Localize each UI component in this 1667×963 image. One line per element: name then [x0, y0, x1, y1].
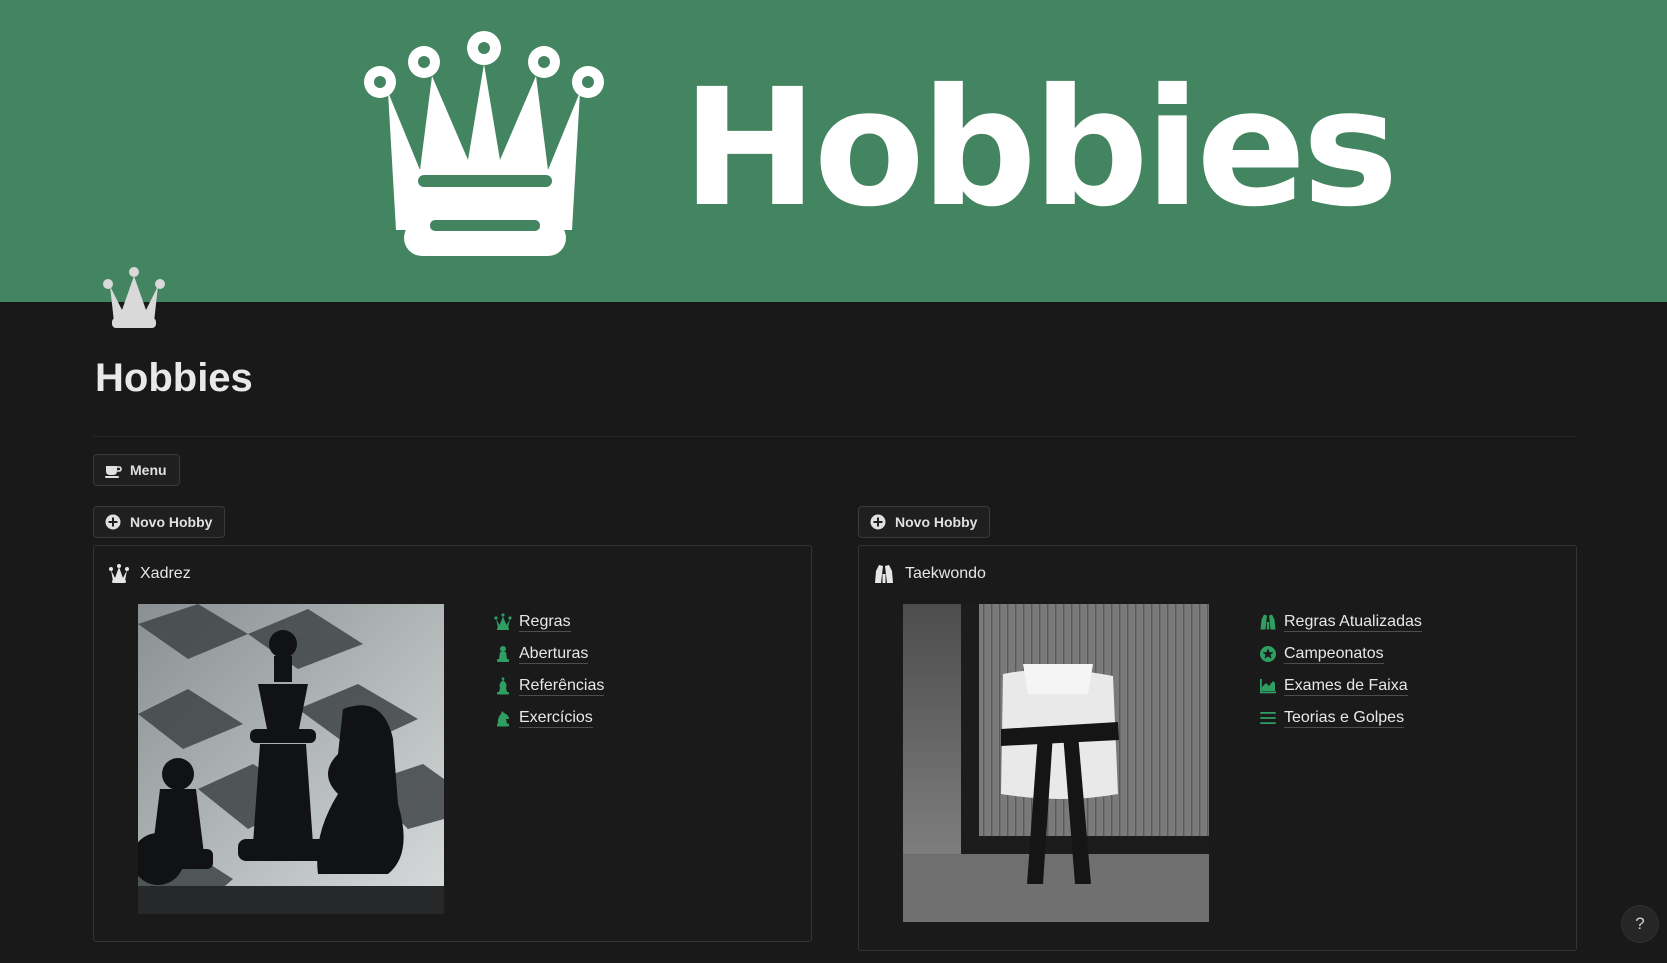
- link-label: Referências: [519, 676, 605, 696]
- link-exames-de-faixa[interactable]: Exames de Faixa: [1259, 670, 1422, 702]
- link-campeonatos[interactable]: Campeonatos: [1259, 638, 1422, 670]
- uniform-icon: [875, 565, 893, 583]
- area-chart-icon: [1260, 679, 1276, 694]
- link-referencias[interactable]: Referências: [494, 670, 605, 702]
- page-title: Hobbies: [95, 356, 253, 400]
- new-hobby-button[interactable]: Novo Hobby: [858, 506, 991, 538]
- link-list: Regras Aberturas Referências Exercícios: [494, 606, 605, 734]
- chess-queen-icon: [109, 564, 129, 583]
- link-label: Exames de Faixa: [1284, 676, 1408, 696]
- chess-queen-icon: [494, 613, 512, 630]
- chess-pieces-photo: [138, 604, 444, 914]
- hobby-card-taekwondo[interactable]: Taekwondo Regras Atualizadas Campeonatos…: [858, 545, 1577, 951]
- link-label: Regras: [519, 612, 571, 632]
- new-hobby-label: Novo Hobby: [895, 514, 978, 530]
- card-header[interactable]: Xadrez: [108, 563, 191, 585]
- plus-circle-icon: [105, 514, 121, 530]
- star-badge-icon: [1260, 646, 1276, 662]
- link-label: Regras Atualizadas: [1284, 612, 1422, 632]
- chess-knight-icon: [497, 711, 509, 727]
- link-list: Regras Atualizadas Campeonatos Exames de…: [1259, 606, 1422, 734]
- card-title: Taekwondo: [905, 565, 986, 582]
- martial-arts-uniform-photo: [903, 604, 1209, 922]
- new-hobby-label: Novo Hobby: [130, 514, 213, 530]
- chess-pawn-icon: [497, 646, 509, 662]
- crown-icon: [364, 31, 604, 256]
- uniform-icon: [1260, 614, 1276, 630]
- hobby-card-xadrez[interactable]: Xadrez Regras Aberturas Referências Exer…: [93, 545, 812, 942]
- help-button[interactable]: ?: [1622, 906, 1658, 942]
- link-aberturas[interactable]: Aberturas: [494, 638, 604, 670]
- menu-button[interactable]: Menu: [93, 454, 180, 486]
- card-title: Xadrez: [140, 565, 191, 582]
- plus-circle-icon: [870, 514, 886, 530]
- link-label: Campeonatos: [1284, 644, 1384, 664]
- chess-bishop-icon: [497, 677, 509, 695]
- list-icon: [1260, 712, 1276, 724]
- link-exercicios[interactable]: Exercícios: [494, 702, 604, 734]
- card-header[interactable]: Taekwondo: [873, 563, 986, 585]
- link-label: Teorias e Golpes: [1284, 708, 1405, 728]
- link-regras-atualizadas[interactable]: Regras Atualizadas: [1259, 606, 1422, 638]
- link-regras[interactable]: Regras: [494, 606, 604, 638]
- link-label: Aberturas: [519, 644, 589, 664]
- cover-banner: Hobbies: [0, 0, 1667, 302]
- divider: [93, 436, 1576, 437]
- crown-icon[interactable]: [100, 266, 168, 330]
- link-teorias-e-golpes[interactable]: Teorias e Golpes: [1259, 702, 1422, 734]
- coffee-cup-icon: [105, 466, 122, 478]
- new-hobby-button[interactable]: Novo Hobby: [93, 506, 226, 538]
- cover-title: Hobbies: [682, 55, 1399, 243]
- link-label: Exercícios: [519, 708, 593, 728]
- menu-label: Menu: [130, 462, 167, 478]
